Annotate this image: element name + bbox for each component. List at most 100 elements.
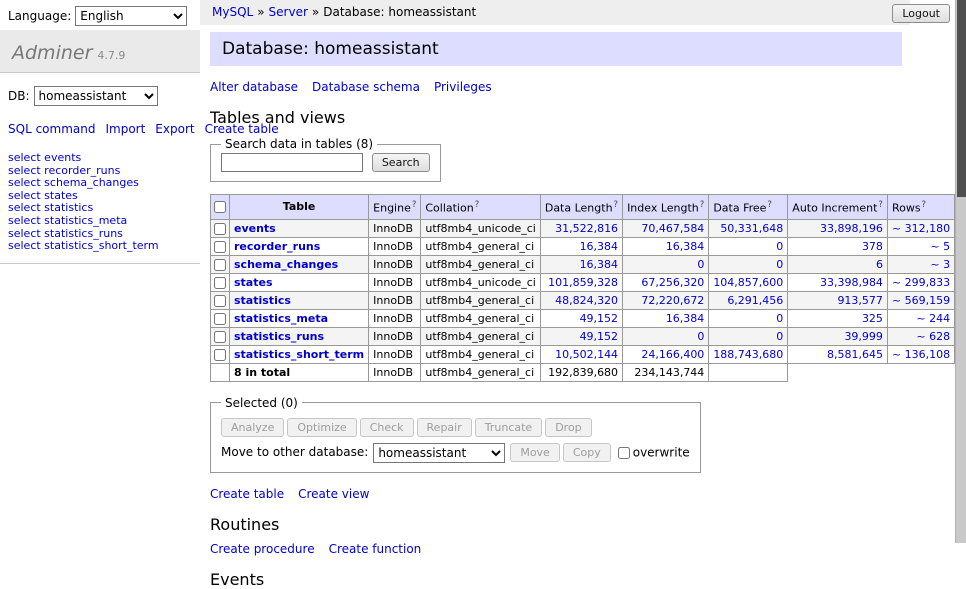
copy-button[interactable]: Copy [563, 443, 611, 462]
table-link-events[interactable]: events [234, 222, 276, 235]
logout-button[interactable]: Logout [892, 4, 950, 23]
column-help-link[interactable]: ? [767, 200, 772, 210]
create-procedure-link[interactable]: Create procedure [210, 542, 315, 556]
scrollbar[interactable] [955, 0, 966, 543]
breadcrumb-mysql-link[interactable]: MySQL [212, 5, 253, 19]
data-free-link[interactable]: 104,857,600 [713, 276, 783, 289]
index-length-link[interactable]: 16,384 [666, 312, 705, 325]
auto-increment-link[interactable]: 33,398,984 [820, 276, 883, 289]
create-function-link[interactable]: Create function [329, 542, 422, 556]
sidebar-link-import[interactable]: Import [105, 122, 145, 136]
overwrite-label[interactable]: overwrite [633, 445, 690, 459]
data-length-link[interactable]: 16,384 [580, 258, 619, 271]
scrollbar-thumb[interactable] [957, 0, 966, 197]
data-free-link[interactable]: 6,291,456 [727, 294, 783, 307]
row-checkbox[interactable] [214, 295, 226, 307]
table-link-recorder-runs[interactable]: recorder_runs [234, 240, 320, 253]
language-select[interactable]: English [75, 6, 187, 26]
data-free-link[interactable]: 188,743,680 [713, 348, 783, 361]
select-all-checkbox[interactable] [214, 201, 226, 213]
row-checkbox[interactable] [214, 313, 226, 325]
privileges-link[interactable]: Privileges [434, 80, 492, 94]
sidebar-item-select-schema-changes[interactable]: select schema_changes [8, 177, 192, 190]
table-link-statistics-short-term[interactable]: statistics_short_term [234, 348, 364, 361]
sidebar-item-select-events[interactable]: select events [8, 152, 192, 165]
column-help-link[interactable]: ? [700, 200, 705, 210]
column-header-rows: Rows? [887, 195, 954, 220]
column-help-link[interactable]: ? [412, 200, 417, 210]
data-length-link[interactable]: 49,152 [580, 312, 619, 325]
sidebar-item-select-statistics-short-term[interactable]: select statistics_short_term [8, 240, 192, 253]
data-length-link[interactable]: 101,859,328 [548, 276, 618, 289]
truncate-button[interactable]: Truncate [475, 418, 542, 437]
index-length-link[interactable]: 70,467,584 [641, 222, 704, 235]
table-link-statistics-meta[interactable]: statistics_meta [234, 312, 328, 325]
database-schema-link[interactable]: Database schema [312, 80, 420, 94]
move-button[interactable]: Move [510, 443, 560, 462]
create-table-link[interactable]: Create table [210, 487, 284, 501]
alter-database-link[interactable]: Alter database [210, 80, 298, 94]
data-free-link[interactable]: 50,331,648 [720, 222, 783, 235]
index-length-link[interactable]: 0 [697, 258, 704, 271]
auto-increment-link[interactable]: 8,581,645 [827, 348, 883, 361]
table-link-schema-changes[interactable]: schema_changes [234, 258, 338, 271]
sidebar-item-select-statistics-meta[interactable]: select statistics_meta [8, 215, 192, 228]
table-link-statistics[interactable]: statistics [234, 294, 291, 307]
column-help-link[interactable]: ? [878, 200, 883, 210]
index-length-link[interactable]: 16,384 [666, 240, 705, 253]
index-length-link[interactable]: 72,220,672 [641, 294, 704, 307]
analyze-button[interactable]: Analyze [221, 418, 284, 437]
create-view-link[interactable]: Create view [298, 487, 369, 501]
search-button[interactable]: Search [372, 153, 430, 172]
auto-increment-link[interactable]: 33,898,196 [820, 222, 883, 235]
sidebar-link-sql-command[interactable]: SQL command [8, 122, 95, 136]
breadcrumb-server-link[interactable]: Server [269, 5, 308, 19]
auto-increment-link[interactable]: 325 [862, 312, 883, 325]
sidebar-link-export[interactable]: Export [155, 122, 194, 136]
data-length-link[interactable]: 49,152 [580, 330, 619, 343]
overwrite-checkbox[interactable] [618, 447, 630, 459]
data-length-link[interactable]: 16,384 [580, 240, 619, 253]
row-checkbox[interactable] [214, 241, 226, 253]
rows-estimate-link[interactable]: ~ 312,180 [892, 222, 950, 235]
data-length-link[interactable]: 48,824,320 [555, 294, 618, 307]
rows-estimate-cell: ~ 299,833 [887, 273, 954, 291]
db-select[interactable]: homeassistant [34, 86, 158, 106]
row-checkbox[interactable] [214, 277, 226, 289]
repair-button[interactable]: Repair [417, 418, 472, 437]
row-checkbox[interactable] [214, 223, 226, 235]
rows-estimate-link[interactable]: ~ 244 [916, 312, 950, 325]
row-checkbox[interactable] [214, 349, 226, 361]
check-button[interactable]: Check [360, 418, 414, 437]
move-db-select[interactable]: homeassistant [373, 443, 505, 463]
auto-increment-link[interactable]: 913,577 [837, 294, 883, 307]
table-link-statistics-runs[interactable]: statistics_runs [234, 330, 324, 343]
rows-estimate-link[interactable]: ~ 136,108 [892, 348, 950, 361]
data-free-link[interactable]: 0 [776, 312, 783, 325]
index-length-link[interactable]: 0 [697, 330, 704, 343]
index-length-link[interactable]: 67,256,320 [641, 276, 704, 289]
data-free-link[interactable]: 0 [776, 258, 783, 271]
rows-estimate-link[interactable]: ~ 628 [916, 330, 950, 343]
data-free-link[interactable]: 0 [776, 330, 783, 343]
data-free-link[interactable]: 0 [776, 240, 783, 253]
rows-estimate-link[interactable]: ~ 569,159 [892, 294, 950, 307]
index-length-link[interactable]: 24,166,400 [641, 348, 704, 361]
auto-increment-link[interactable]: 378 [862, 240, 883, 253]
search-input[interactable] [221, 153, 363, 172]
rows-estimate-link[interactable]: ~ 299,833 [892, 276, 950, 289]
data-length-link[interactable]: 31,522,816 [555, 222, 618, 235]
drop-button[interactable]: Drop [545, 418, 591, 437]
column-help-link[interactable]: ? [614, 200, 619, 210]
auto-increment-link[interactable]: 6 [876, 258, 883, 271]
column-help-link[interactable]: ? [475, 200, 480, 210]
column-help-link[interactable]: ? [922, 200, 927, 210]
table-link-states[interactable]: states [234, 276, 273, 289]
rows-estimate-link[interactable]: ~ 3 [930, 258, 950, 271]
rows-estimate-link[interactable]: ~ 5 [930, 240, 950, 253]
auto-increment-link[interactable]: 39,999 [844, 330, 883, 343]
optimize-button[interactable]: Optimize [287, 418, 356, 437]
data-length-link[interactable]: 10,502,144 [555, 348, 618, 361]
row-checkbox[interactable] [214, 259, 226, 271]
row-checkbox[interactable] [214, 331, 226, 343]
